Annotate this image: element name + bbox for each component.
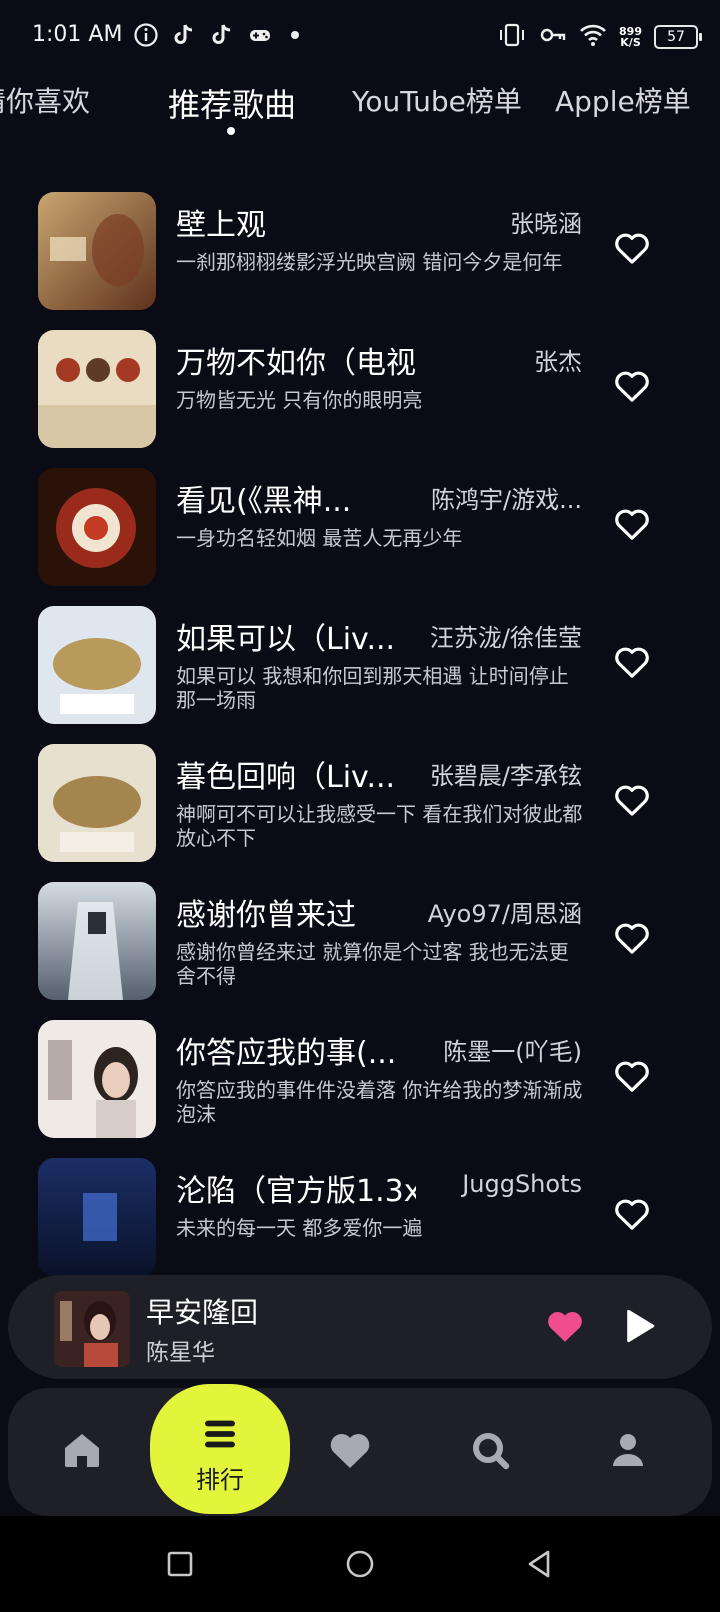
list-item[interactable]: 壁上观 张晓涵 一刹那栩栩缕影浮光映宫阙 错问今夕是何年 [0, 190, 720, 310]
list-item[interactable]: 你答应我的事(... 陈墨一(吖毛) 你答应我的事件件没着落 你许给我的梦渐渐成… [0, 1018, 720, 1138]
battery-level: 57 [667, 29, 685, 45]
nav-ranking[interactable]: 排行 [150, 1384, 290, 1514]
song-artist: 陈鸿宇/游戏... [431, 486, 582, 514]
now-playing-title: 早安隆回 [146, 1296, 259, 1329]
list-item[interactable]: 感谢你曾来过 Ayo97/周思涵 感谢你曾经来过 就算你是个过客 我也无法更舍不… [0, 880, 720, 1000]
active-tab-indicator [227, 127, 235, 135]
tab-recommended-songs[interactable]: 推荐歌曲 [168, 80, 296, 126]
tiktok-icon [209, 22, 235, 52]
heart-icon[interactable] [612, 1194, 652, 1234]
song-lyric: 神啊可不可以让我感受一下 看在我们对彼此都放心不下 [176, 802, 583, 850]
heart-icon[interactable] [612, 1056, 652, 1096]
vibrate-icon [497, 22, 527, 52]
dot-icon [285, 22, 305, 52]
song-lyric: 你答应我的事件件没着落 你许给我的梦渐渐成泡沫 [176, 1078, 583, 1126]
status-left-icons [133, 22, 305, 52]
home-icon[interactable] [58, 1426, 106, 1474]
song-title: 看见(《黑神... [176, 484, 352, 519]
song-lyric: 一刹那栩栩缕影浮光映宫阙 错问今夕是何年 [176, 250, 563, 274]
album-cover [38, 744, 156, 862]
song-artist: 张晓涵 [510, 210, 582, 238]
song-title: 壁上观 [176, 208, 266, 243]
recents-button[interactable] [162, 1546, 198, 1582]
ranking-icon [200, 1414, 240, 1454]
album-cover [38, 1020, 156, 1138]
song-artist: 汪苏泷/徐佳莹 [429, 624, 582, 652]
song-title: 沦陷（官方版1.3x... [176, 1174, 416, 1209]
album-cover [38, 1158, 156, 1276]
list-item[interactable]: 看见(《黑神... 陈鸿宇/游戏... 一身功名轻如烟 最苦人无再少年 [0, 466, 720, 586]
list-item[interactable]: 暮色回响（Liv... 张碧晨/李承铉 神啊可不可以让我感受一下 看在我们对彼此… [0, 742, 720, 862]
home-button[interactable] [342, 1546, 378, 1582]
user-icon[interactable] [604, 1426, 652, 1474]
list-item[interactable]: 万物不如你（电视剧《... 张杰 万物皆无光 只有你的眼明亮 [0, 328, 720, 448]
list-item[interactable]: 沦陷（官方版1.3x... JuggShots 未来的每一天 都多爱你一遍 [0, 1156, 720, 1276]
list-item[interactable]: 如果可以（Liv... 汪苏泷/徐佳莹 如果可以 我想和你回到那天相遇 让时间停… [0, 604, 720, 724]
song-lyric: 未来的每一天 都多爱你一遍 [176, 1216, 423, 1240]
search-icon[interactable] [466, 1426, 514, 1474]
song-artist: 张杰 [534, 348, 582, 376]
liked-heart-icon[interactable] [544, 1305, 586, 1347]
play-icon[interactable] [618, 1305, 660, 1347]
song-title: 感谢你曾来过 [176, 898, 356, 933]
back-button[interactable] [522, 1546, 558, 1582]
now-playing-bar[interactable]: 早安隆回 陈星华 [8, 1275, 712, 1379]
heart-icon[interactable] [612, 918, 652, 958]
net-speed: 899 K/S [619, 26, 642, 48]
song-title: 你答应我的事(... [176, 1036, 397, 1071]
tab-apple-chart[interactable]: Apple榜单 [555, 80, 691, 120]
heart-icon[interactable] [326, 1426, 374, 1474]
heart-icon[interactable] [612, 228, 652, 268]
song-artist: 张碧晨/李承铉 [429, 762, 582, 790]
song-title: 暮色回响（Liv... [176, 760, 396, 795]
song-title: 如果可以（Liv... [176, 622, 396, 657]
nav-ranking-label: 排行 [196, 1466, 244, 1494]
heart-icon[interactable] [612, 504, 652, 544]
song-artist: Ayo97/周思涵 [427, 900, 582, 928]
song-title: 万物不如你（电视剧《... [176, 346, 416, 381]
album-cover [38, 330, 156, 448]
song-lyric: 万物皆无光 只有你的眼明亮 [176, 388, 423, 412]
gamepad-icon [247, 22, 273, 52]
wifi-icon [579, 22, 607, 52]
status-time: 1:01 AM [32, 22, 123, 47]
bottom-nav: 排行 [8, 1384, 712, 1516]
now-playing-cover [54, 1291, 130, 1367]
now-playing-artist: 陈星华 [146, 1340, 215, 1366]
album-cover [38, 468, 156, 586]
heart-icon[interactable] [612, 642, 652, 682]
key-icon [539, 22, 567, 52]
album-cover [38, 882, 156, 1000]
tab-youtube-chart[interactable]: YouTube榜单 [352, 80, 522, 120]
battery-indicator: 57 [654, 25, 702, 49]
heart-icon[interactable] [612, 366, 652, 406]
tiktok-icon [171, 22, 197, 52]
status-right-icons: 899 K/S 57 [497, 22, 702, 52]
heart-icon[interactable] [612, 780, 652, 820]
album-cover [38, 192, 156, 310]
song-artist: JuggShots [462, 1170, 582, 1198]
net-speed-unit: K/S [620, 36, 641, 49]
system-nav-bar [0, 1516, 720, 1612]
song-artist: 陈墨一(吖毛) [443, 1038, 582, 1066]
status-bar: 1:01 AM 899 K/S 57 [0, 0, 720, 72]
song-lyric: 如果可以 我想和你回到那天相遇 让时间停止那一场雨 [176, 664, 569, 712]
tab-guess-you-like[interactable]: 猜你喜欢 [0, 80, 90, 120]
category-tabs: 猜你喜欢 推荐歌曲 YouTube榜单 Apple榜单 [0, 72, 720, 152]
song-lyric: 感谢你曾经来过 就算你是个过客 我也无法更舍不得 [176, 940, 569, 988]
album-cover [38, 606, 156, 724]
info-icon [133, 22, 159, 52]
song-lyric: 一身功名轻如烟 最苦人无再少年 [176, 526, 463, 550]
